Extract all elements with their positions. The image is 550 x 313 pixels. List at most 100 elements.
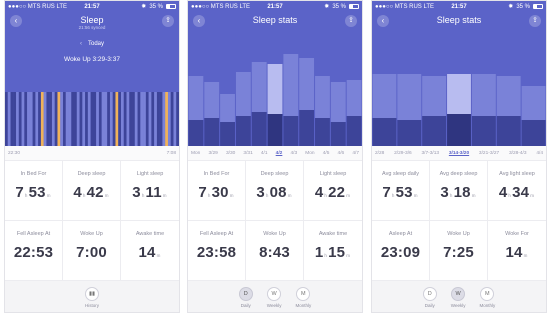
axis-tick[interactable]: 3/7-3/13 bbox=[421, 151, 439, 156]
hours-value: 3 bbox=[256, 184, 265, 201]
battery-icon bbox=[349, 4, 359, 9]
deep-sleep-bar[interactable] bbox=[422, 116, 447, 146]
light-sleep-bar[interactable] bbox=[372, 74, 397, 118]
sleep-segment bbox=[145, 92, 149, 146]
hours-value: 7 bbox=[382, 184, 391, 201]
deep-sleep-bar[interactable] bbox=[315, 118, 330, 146]
light-sleep-bar[interactable] bbox=[330, 82, 346, 122]
chevron-left-icon[interactable]: ‹ bbox=[80, 41, 82, 47]
axis-tick[interactable]: 4/4 bbox=[536, 151, 543, 156]
battery-icon bbox=[533, 4, 543, 9]
deep-sleep-bar[interactable] bbox=[397, 120, 422, 146]
light-sleep-bar[interactable] bbox=[251, 62, 267, 112]
axis-tick[interactable]: 3/30 bbox=[226, 151, 235, 156]
hours-unit: h bbox=[391, 193, 395, 198]
hours-unit: h bbox=[508, 193, 512, 198]
deep-sleep-bar[interactable] bbox=[235, 116, 251, 146]
deep-sleep-bar[interactable] bbox=[447, 114, 471, 146]
history-button[interactable]: ▮▮ History bbox=[84, 287, 99, 308]
deep-sleep-bar[interactable] bbox=[267, 114, 283, 146]
tab-weekly[interactable]: W Weekly bbox=[450, 287, 466, 308]
tab-circle: D bbox=[238, 287, 253, 301]
tab-circle: W bbox=[451, 287, 466, 301]
stat-value: 14m bbox=[488, 244, 546, 261]
day-label: Today bbox=[87, 41, 104, 47]
deep-sleep-bar[interactable] bbox=[299, 110, 315, 146]
sleep-segment bbox=[167, 92, 171, 146]
axis-tick[interactable]: 4/5 bbox=[323, 151, 330, 156]
stats-grid: Avg sleep daily 7h53m Avg deep sleep 3h18m A… bbox=[372, 160, 546, 281]
light-sleep-bar[interactable] bbox=[397, 74, 422, 120]
deep-sleep-bar[interactable] bbox=[188, 120, 204, 146]
sleep-segment bbox=[49, 92, 53, 146]
deep-sleep-bar[interactable] bbox=[220, 122, 235, 146]
deep-sleep-bar[interactable] bbox=[283, 116, 299, 146]
tab-daily[interactable]: D Daily bbox=[238, 287, 253, 308]
light-sleep-bar[interactable] bbox=[315, 76, 330, 118]
axis-tick[interactable]: 3/29 bbox=[208, 151, 217, 156]
axis-tick[interactable]: 4/3 bbox=[290, 151, 297, 156]
axis-tick[interactable]: 3/21-3/27 bbox=[479, 151, 499, 156]
light-sleep-bar[interactable] bbox=[471, 74, 496, 116]
nav-bar: ‹ Sleep stats ⇪ bbox=[372, 12, 546, 32]
deep-sleep-bar[interactable] bbox=[330, 122, 346, 146]
axis-tick[interactable]: 4/1 bbox=[261, 151, 268, 156]
light-sleep-bar[interactable] bbox=[267, 64, 283, 114]
stat-label: Light sleep bbox=[319, 171, 347, 177]
deep-sleep-bar[interactable] bbox=[346, 116, 362, 146]
tab-label: Weekly bbox=[450, 303, 466, 308]
stat-number: 23:09 bbox=[380, 244, 421, 261]
stat-value: 4h34m bbox=[488, 184, 546, 201]
light-sleep-bar[interactable] bbox=[521, 86, 546, 120]
share-button[interactable]: ⇪ bbox=[162, 15, 174, 27]
light-sleep-bar[interactable] bbox=[496, 76, 521, 116]
axis-tick[interactable]: Mon bbox=[305, 151, 314, 156]
sleep-segment bbox=[143, 92, 146, 146]
light-sleep-bar[interactable] bbox=[283, 54, 299, 116]
stat-cell: Fell Asleep At 23:58 bbox=[188, 221, 246, 281]
sleep-segment bbox=[65, 92, 69, 146]
light-sleep-bar[interactable] bbox=[220, 94, 235, 122]
axis-tick[interactable]: 4/7 bbox=[352, 151, 359, 156]
light-sleep-bar[interactable] bbox=[188, 76, 204, 120]
deep-sleep-bar[interactable] bbox=[204, 118, 220, 146]
status-bar: ●●●○○ MTS RUS LTE 21:57 ✸ 35 % bbox=[188, 1, 362, 12]
deep-sleep-bar[interactable] bbox=[251, 112, 267, 146]
light-sleep-bar[interactable] bbox=[204, 82, 220, 118]
daily-sleep-chart[interactable] bbox=[188, 34, 362, 146]
sleep-segment bbox=[173, 92, 177, 146]
axis-tick[interactable]: 3/31 bbox=[243, 151, 252, 156]
light-sleep-bar[interactable] bbox=[346, 80, 362, 116]
weekly-sleep-chart[interactable] bbox=[372, 34, 546, 146]
hours-value: 7 bbox=[15, 184, 24, 201]
axis-tick[interactable]: 3/14-3/20 bbox=[449, 151, 469, 156]
share-button[interactable]: ⇪ bbox=[529, 15, 541, 27]
tab-monthly[interactable]: M Monthly bbox=[479, 287, 495, 308]
axis-tick[interactable]: 3/28-4/3 bbox=[509, 151, 527, 156]
light-sleep-bar[interactable] bbox=[422, 76, 447, 116]
light-sleep-bar[interactable] bbox=[299, 58, 315, 110]
axis-tick[interactable]: 2/29-3/6 bbox=[394, 151, 412, 156]
tab-daily[interactable]: D Daily bbox=[422, 287, 437, 308]
axis-tick[interactable]: 4/6 bbox=[338, 151, 345, 156]
hours-value: 7 bbox=[198, 184, 207, 201]
day-selector[interactable]: ‹ Today bbox=[5, 41, 179, 47]
axis-tick[interactable]: 2/28 bbox=[375, 151, 384, 156]
axis-tick[interactable]: 4/2 bbox=[276, 151, 283, 156]
light-sleep-bar[interactable] bbox=[447, 74, 471, 114]
share-button[interactable]: ⇪ bbox=[345, 15, 357, 27]
tab-weekly[interactable]: W Weekly bbox=[267, 287, 281, 308]
stat-unit: m bbox=[156, 253, 161, 258]
sleep-segment bbox=[57, 92, 61, 146]
sleep-segment bbox=[76, 92, 80, 146]
phone-sleep-today: ●●●○○ MTS RUS LTE 21:57 ✸ 35 % ‹ Sleep 2… bbox=[4, 0, 180, 313]
tab-monthly[interactable]: M Monthly bbox=[295, 287, 311, 308]
bottom-tabs: ▮▮ History bbox=[5, 281, 179, 312]
deep-sleep-bar[interactable] bbox=[496, 116, 521, 146]
deep-sleep-bar[interactable] bbox=[521, 120, 546, 146]
deep-sleep-bar[interactable] bbox=[372, 118, 397, 146]
status-bar: ●●●○○ MTS RUS LTE 21:57 ✸ 35 % bbox=[5, 1, 179, 12]
axis-tick[interactable]: Mon bbox=[191, 151, 200, 156]
light-sleep-bar[interactable] bbox=[235, 72, 251, 116]
deep-sleep-bar[interactable] bbox=[471, 116, 496, 146]
